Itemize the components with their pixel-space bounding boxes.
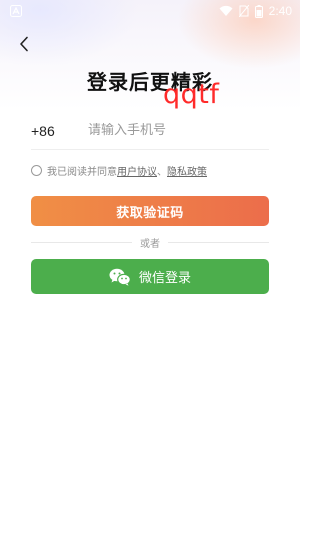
status-right: 2:40 [219,4,292,18]
wechat-login-button[interactable]: 微信登录 [31,259,269,294]
wifi-icon [219,5,233,16]
phone-row: +86 [31,112,269,150]
divider-line-right [168,241,269,243]
agreement-row: 我已阅读并同意 用户协议 、 隐私政策 [31,162,207,178]
watermark-text: qqtf [163,79,220,110]
battery-icon [254,4,263,18]
status-bar: 2:40 [0,0,300,22]
status-left [10,5,22,17]
agreement-prefix: 我已阅读并同意 [47,166,117,178]
agreement-checkbox[interactable] [31,164,42,176]
app-notification-icon [10,5,22,17]
chevron-left-icon [20,36,28,52]
user-agreement-link[interactable]: 用户协议 [117,163,157,178]
wechat-login-label: 微信登录 [138,271,191,286]
status-time: 2:40 [268,4,292,18]
divider: 或者 [31,234,269,250]
country-code[interactable]: +86 [31,123,88,139]
divider-text: 或者 [140,238,160,250]
privacy-policy-link[interactable]: 隐私政策 [167,163,207,178]
page-title: 登录后更精彩 [87,70,213,94]
back-button[interactable] [14,33,34,55]
agreement-separator: 、 [157,166,167,178]
get-code-button[interactable]: 获取验证码 [31,196,269,226]
divider-line-left [31,241,132,243]
phone-input[interactable] [88,123,269,138]
wechat-icon [109,268,131,286]
no-sim-icon [238,5,249,17]
